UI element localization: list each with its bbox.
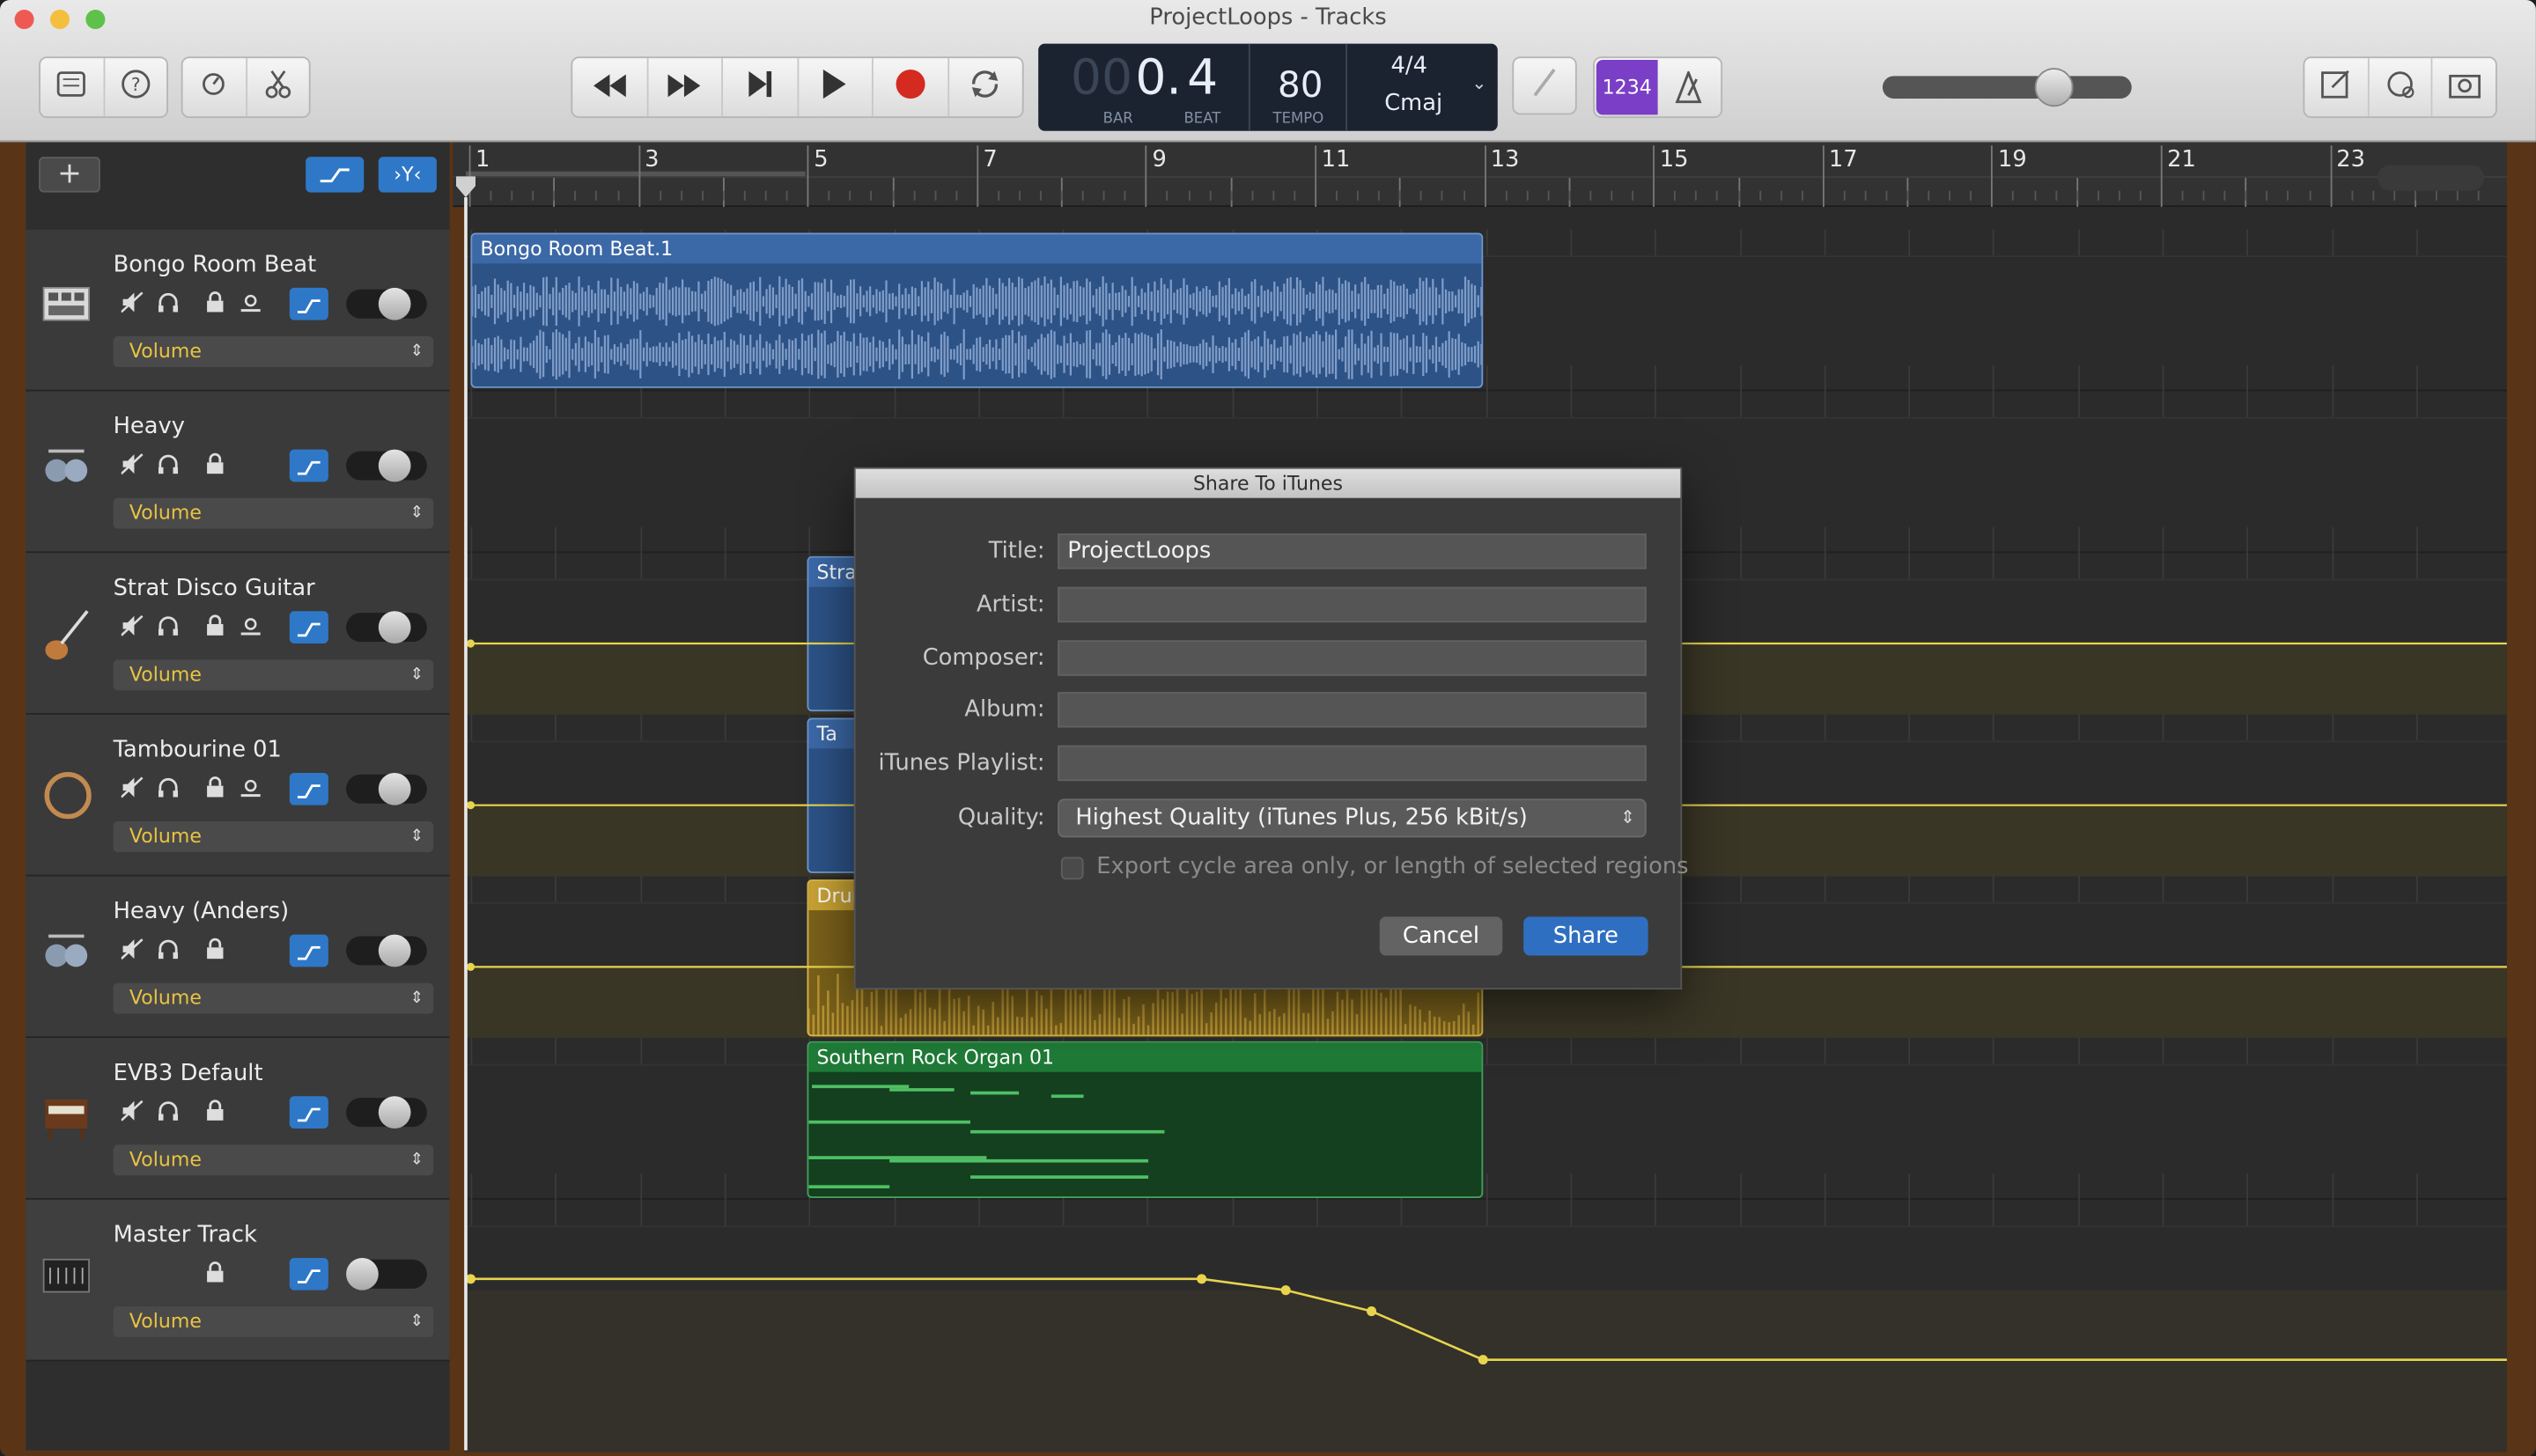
dialog-title: Share To iTunes (855, 468, 1681, 498)
garageband-window: ProjectLoops - Tracks ? 00 0. 4 BAR BEAT… (0, 0, 2536, 1456)
album-label: Album: (964, 696, 1045, 724)
title-label: Title: (988, 538, 1045, 565)
playhead-line (464, 197, 468, 1451)
title-field[interactable]: ProjectLoops (1058, 533, 1647, 570)
select-arrows-icon: ⇕ (1619, 806, 1635, 828)
export-cycle-checkbox[interactable] (1060, 857, 1084, 880)
composer-field[interactable] (1058, 640, 1647, 676)
quality-value: Highest Quality (iTunes Plus, 256 kBit/s… (1075, 805, 1528, 832)
album-field[interactable] (1058, 692, 1647, 728)
cancel-button[interactable]: Cancel (1379, 916, 1503, 956)
quality-label: Quality: (957, 805, 1045, 832)
playlist-label: iTunes Playlist: (878, 750, 1045, 776)
share-to-itunes-dialog: Share To iTunes Title: ProjectLoops Arti… (853, 467, 1689, 990)
playlist-field[interactable] (1058, 745, 1647, 782)
artist-label: Artist: (976, 592, 1045, 618)
share-button[interactable]: Share (1523, 916, 1648, 956)
quality-select[interactable]: Highest Quality (iTunes Plus, 256 kBit/s… (1058, 798, 1647, 838)
artist-field[interactable] (1058, 586, 1647, 623)
export-cycle-label: Export cycle area only, or length of sel… (1096, 853, 1689, 880)
composer-label: Composer: (922, 644, 1045, 672)
